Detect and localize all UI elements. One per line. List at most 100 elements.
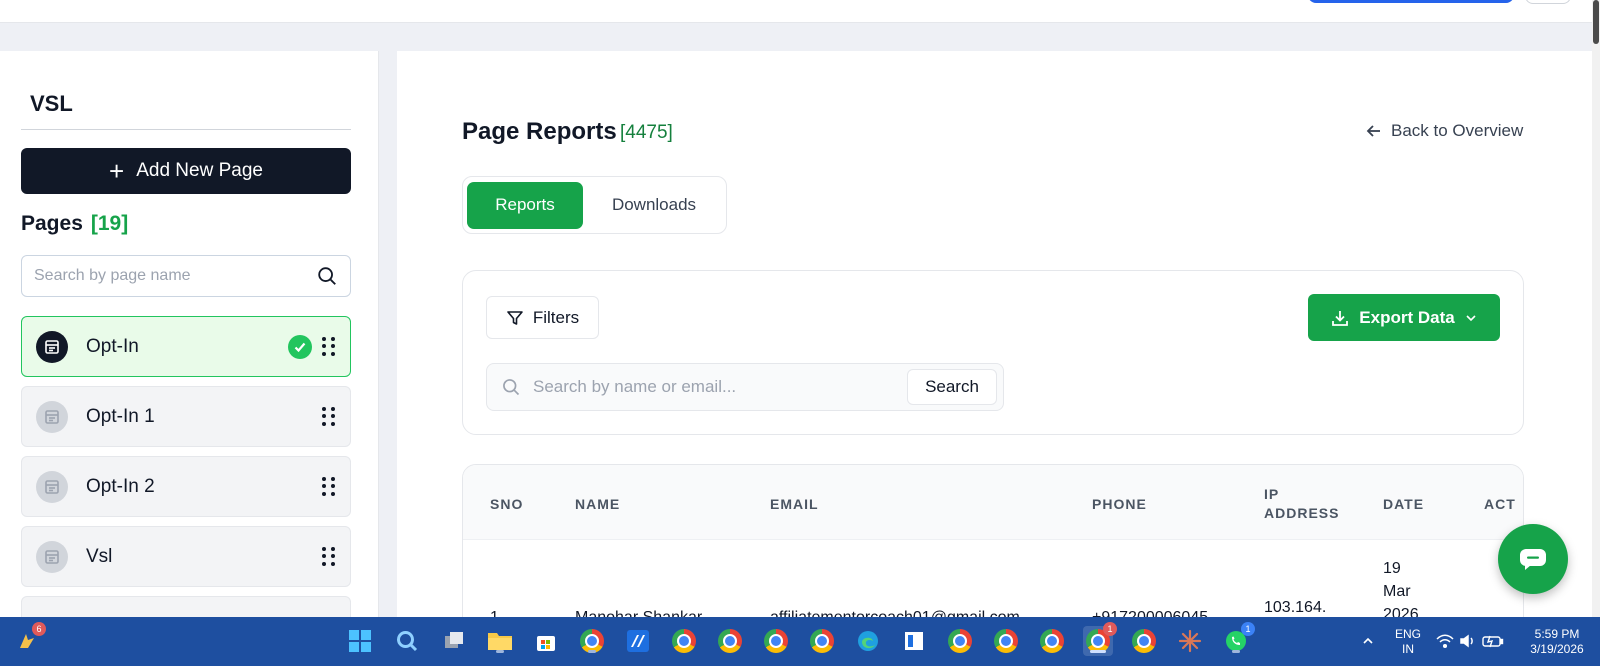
- column-header-phone[interactable]: PHONE: [1092, 496, 1147, 512]
- page-scrollbar[interactable]: [1592, 0, 1600, 617]
- language-indicator[interactable]: ENG IN: [1386, 627, 1430, 657]
- clock-time: 5:59 PM: [1534, 627, 1580, 641]
- search-button[interactable]: Search: [907, 369, 997, 405]
- chrome-profile-icon[interactable]: [669, 626, 699, 656]
- top-header-bar: [0, 0, 1592, 23]
- drag-handle-icon[interactable]: [322, 476, 336, 497]
- reports-table: SNO NAME EMAIL PHONE IP ADDRESS DATE ACT…: [462, 464, 1524, 617]
- notification-badge: 1: [1241, 622, 1255, 636]
- sidebar-title: VSL: [30, 91, 73, 116]
- chrome-profile-icon[interactable]: [715, 626, 745, 656]
- windows-taskbar: 6 1 1 ENG IN 5:59 PM 3/19/2026: [0, 617, 1600, 666]
- column-header-ip[interactable]: IP: [1264, 486, 1279, 502]
- chrome-profile-icon[interactable]: [761, 626, 791, 656]
- app-icon[interactable]: [899, 626, 929, 656]
- plus-icon: +: [109, 156, 125, 186]
- page-item-vsl[interactable]: Vsl: [21, 526, 351, 587]
- system-clock[interactable]: 5:59 PM 3/19/2026: [1521, 627, 1593, 657]
- chevron-down-icon: [1466, 314, 1476, 321]
- header-secondary-button[interactable]: [1525, 0, 1571, 4]
- column-header-date[interactable]: DATE: [1383, 496, 1424, 512]
- app-icon[interactable]: [623, 626, 653, 656]
- chrome-icon[interactable]: [945, 626, 975, 656]
- report-count: [4475]: [620, 122, 673, 143]
- language-top: ENG: [1394, 627, 1421, 641]
- pages-label: Pages: [21, 212, 83, 235]
- filters-button[interactable]: Filters: [486, 296, 599, 339]
- filters-label: Filters: [532, 307, 580, 327]
- column-header-sno[interactable]: SNO: [490, 496, 523, 512]
- page-item-opt-in[interactable]: Opt-In: [21, 316, 351, 377]
- tab-reports[interactable]: Reports: [467, 181, 583, 229]
- filter-icon: [507, 310, 523, 325]
- chrome-profile-icon[interactable]: [1037, 626, 1067, 656]
- claude-icon[interactable]: [1175, 626, 1205, 656]
- add-new-page-button[interactable]: + Add New Page: [21, 148, 351, 194]
- column-header-actions[interactable]: ACT: [1484, 496, 1516, 512]
- chrome-profile-icon[interactable]: [991, 626, 1021, 656]
- chrome-active-icon[interactable]: 1: [1083, 622, 1117, 656]
- chrome-profile-icon[interactable]: [1129, 626, 1159, 656]
- windows-start-icon[interactable]: [345, 626, 375, 656]
- report-search-input[interactable]: [533, 377, 907, 397]
- language-bottom: IN: [1402, 642, 1414, 656]
- scrollbar-thumb[interactable]: [1593, 0, 1599, 44]
- pages-count: [19]: [90, 212, 129, 235]
- cell-email: affiliatementorcoach01@gmail.com: [770, 609, 1020, 617]
- microsoft-store-icon[interactable]: [531, 626, 561, 656]
- file-explorer-icon[interactable]: [485, 626, 515, 656]
- page-item-partial[interactable]: [21, 596, 351, 617]
- export-data-button[interactable]: Export Data: [1308, 294, 1500, 341]
- back-to-overview-link[interactable]: Back to Overview: [1365, 121, 1523, 141]
- battery-icon[interactable]: [1478, 626, 1508, 656]
- notification-badge: 1: [1103, 622, 1117, 636]
- drag-handle-icon[interactable]: [322, 546, 336, 567]
- whatsapp-icon[interactable]: 1: [1221, 622, 1255, 656]
- page-item-label: Opt-In: [86, 335, 139, 357]
- pages-sidebar: VSL + Add New Page Pages [19] Opt-In Opt-…: [0, 51, 379, 617]
- cell-date-year: 2026: [1383, 606, 1419, 617]
- back-link-label: Back to Overview: [1391, 121, 1524, 140]
- edge-icon[interactable]: [853, 626, 883, 656]
- search-icon[interactable]: [392, 626, 422, 656]
- weather-widget-icon[interactable]: 6: [12, 622, 46, 656]
- drag-handle-icon[interactable]: [322, 336, 336, 357]
- cell-date-day: 19: [1383, 560, 1401, 577]
- page-icon: [36, 330, 68, 363]
- page-search-input[interactable]: [34, 267, 316, 285]
- chevron-up-icon[interactable]: [1353, 626, 1383, 656]
- export-data-label: Export Data: [1359, 307, 1455, 327]
- page-item-label: Opt-In 2: [86, 475, 155, 497]
- header-primary-button[interactable]: [1308, 0, 1514, 3]
- chrome-profile-icon[interactable]: [807, 626, 837, 656]
- cell-name: Manohar Shankar: [575, 609, 702, 617]
- task-view-icon[interactable]: [439, 626, 469, 656]
- page-item-opt-in-1[interactable]: Opt-In 1: [21, 386, 351, 447]
- page-item-opt-in-2[interactable]: Opt-In 2: [21, 456, 351, 517]
- column-header-name[interactable]: NAME: [575, 496, 620, 512]
- page-item-label: Vsl: [86, 545, 113, 567]
- sidebar-divider: [21, 129, 351, 130]
- chat-button[interactable]: [1498, 524, 1568, 594]
- page-icon: [36, 470, 68, 503]
- page-title: Page Reports: [462, 118, 617, 145]
- filter-card: Filters Export Data Search: [462, 270, 1524, 435]
- clock-date: 3/19/2026: [1530, 642, 1584, 656]
- download-icon: [1332, 310, 1349, 326]
- chrome-profile-icon[interactable]: [577, 626, 607, 656]
- search-icon[interactable]: [316, 265, 338, 287]
- add-new-page-label: Add New Page: [136, 160, 263, 181]
- cell-phone: +917200006045: [1092, 609, 1208, 617]
- column-header-address[interactable]: ADDRESS: [1264, 505, 1339, 521]
- report-tabs: Reports Downloads: [462, 176, 727, 234]
- chat-icon: [1520, 549, 1546, 570]
- page-item-label: Opt-In 1: [86, 405, 155, 427]
- page-search-box: [21, 255, 351, 297]
- report-search-box: Search: [486, 363, 1004, 411]
- main-panel: Page Reports [4475] Back to Overview Rep…: [397, 51, 1592, 617]
- page-icon: [36, 400, 68, 433]
- drag-handle-icon[interactable]: [322, 406, 336, 427]
- tab-downloads[interactable]: Downloads: [589, 182, 719, 229]
- search-icon: [503, 379, 520, 396]
- column-header-email[interactable]: EMAIL: [770, 496, 819, 512]
